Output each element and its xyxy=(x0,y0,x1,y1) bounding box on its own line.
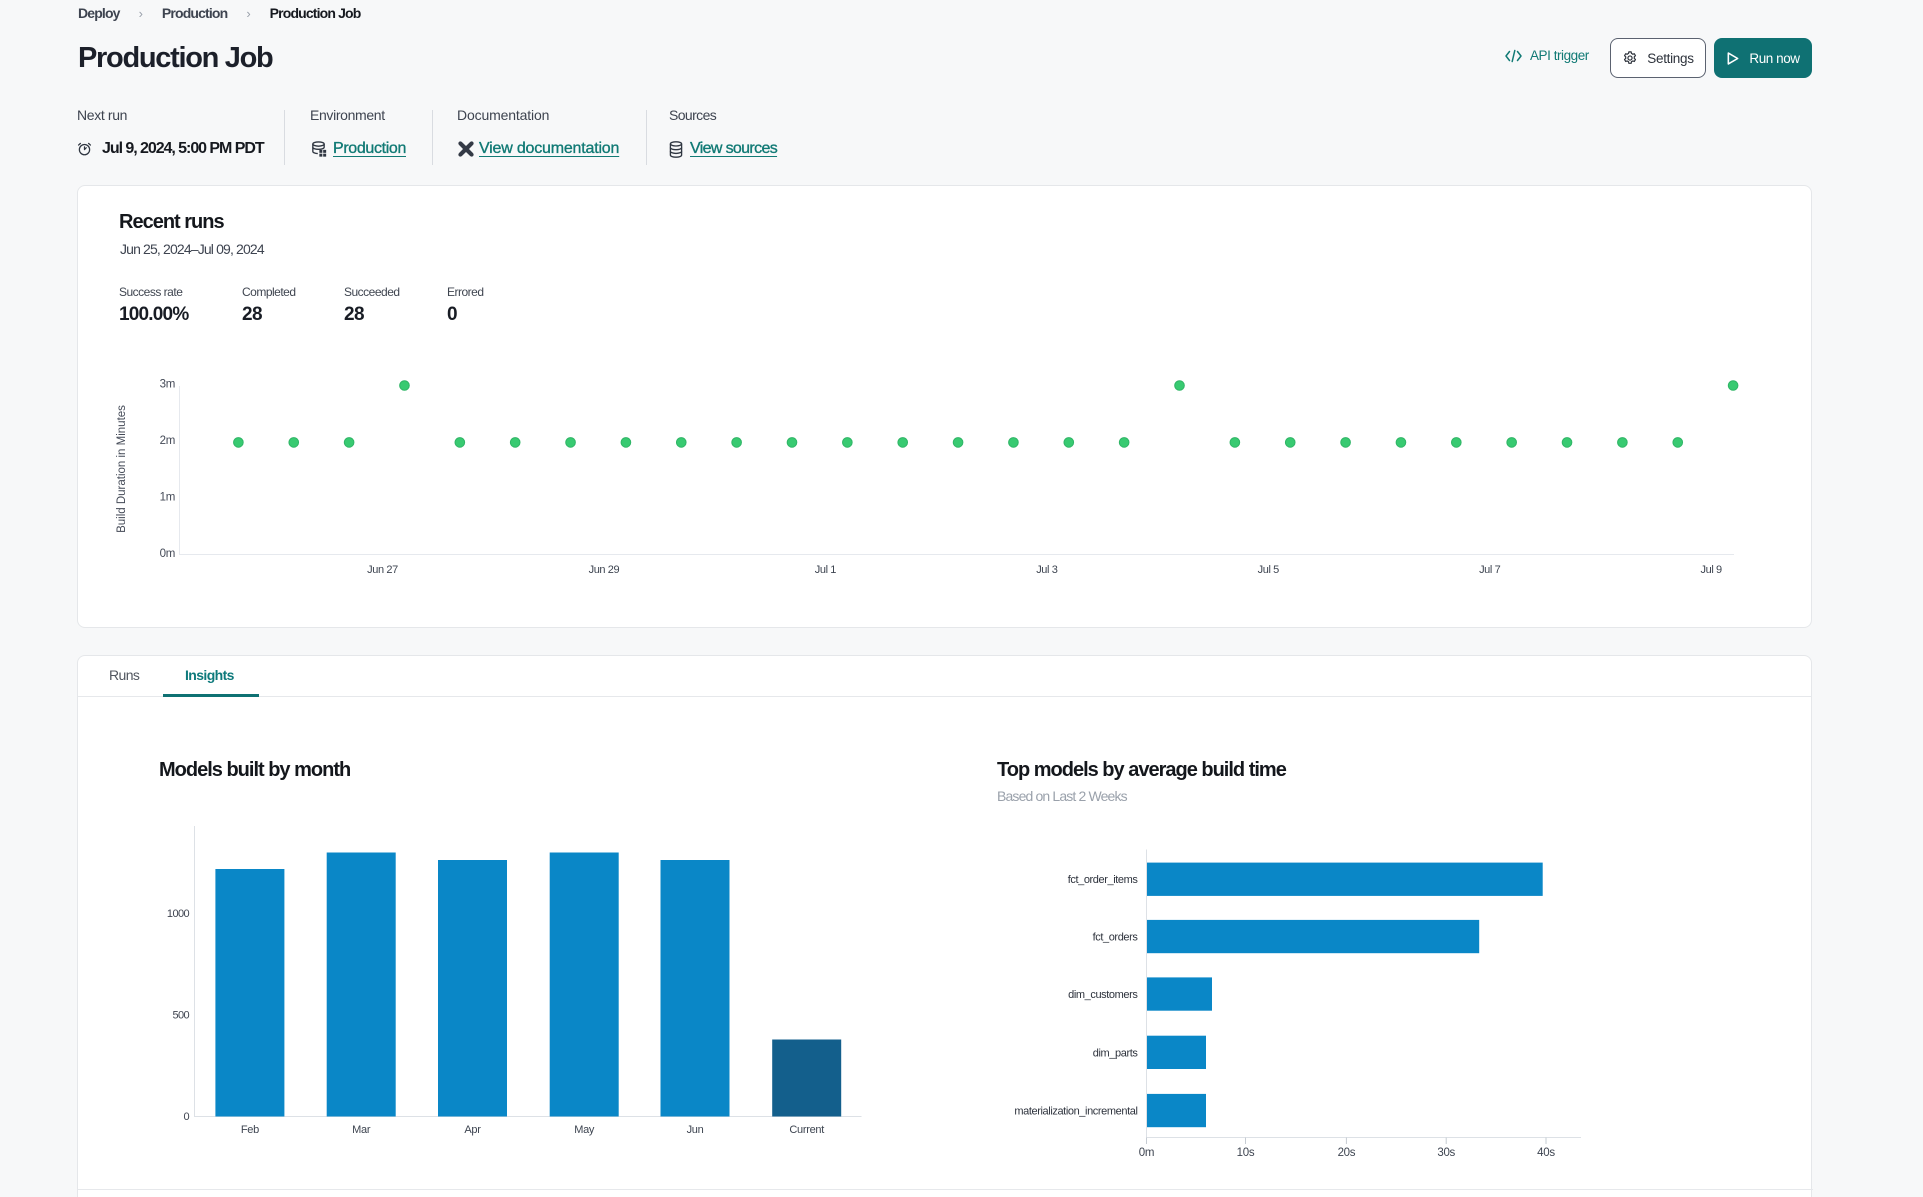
svg-text:10s: 10s xyxy=(1237,1147,1255,1159)
svg-text:Apr: Apr xyxy=(464,1124,481,1136)
svg-text:Jul 5: Jul 5 xyxy=(1258,564,1280,576)
svg-text:40s: 40s xyxy=(1537,1147,1555,1159)
svg-text:fct_orders: fct_orders xyxy=(1093,932,1139,944)
svg-text:2m: 2m xyxy=(160,435,175,447)
svg-text:materialization_incremental: materialization_incremental xyxy=(1014,1106,1137,1118)
svg-text:0m: 0m xyxy=(1139,1147,1154,1159)
svg-text:Build Duration in Minutes: Build Duration in Minutes xyxy=(116,405,128,533)
svg-text:Jul 3: Jul 3 xyxy=(1036,564,1058,576)
svg-text:Jul 7: Jul 7 xyxy=(1479,564,1501,576)
svg-text:fct_order_items: fct_order_items xyxy=(1068,874,1139,886)
svg-text:Mar: Mar xyxy=(352,1124,371,1136)
svg-text:dim_customers: dim_customers xyxy=(1068,989,1138,1001)
svg-text:Feb: Feb xyxy=(241,1124,259,1136)
svg-text:Jun 29: Jun 29 xyxy=(589,564,620,576)
svg-text:20s: 20s xyxy=(1338,1147,1356,1159)
svg-text:30s: 30s xyxy=(1437,1147,1455,1159)
svg-text:0: 0 xyxy=(183,1111,189,1123)
svg-text:Jul 9: Jul 9 xyxy=(1701,564,1723,576)
svg-text:1000: 1000 xyxy=(167,908,190,920)
svg-text:Jun 27: Jun 27 xyxy=(367,564,398,576)
svg-text:1m: 1m xyxy=(160,492,175,504)
svg-text:500: 500 xyxy=(172,1009,189,1021)
svg-text:0m: 0m xyxy=(160,548,175,560)
svg-text:dim_parts: dim_parts xyxy=(1093,1047,1139,1059)
svg-text:Current: Current xyxy=(789,1124,824,1136)
svg-text:Jul 1: Jul 1 xyxy=(815,564,837,576)
svg-text:3m: 3m xyxy=(160,379,175,391)
svg-text:May: May xyxy=(574,1124,595,1136)
svg-text:Jun: Jun xyxy=(687,1124,704,1136)
